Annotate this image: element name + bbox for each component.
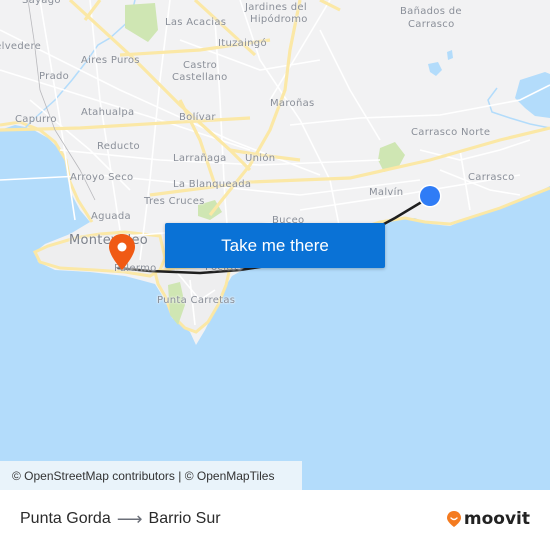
place-label: Tres Cruces <box>144 196 205 207</box>
current-location-dot-icon[interactable] <box>417 183 443 209</box>
arrow-right-icon: ⟶ <box>116 509 143 529</box>
place-label: Sayago <box>22 0 61 6</box>
place-label: Malvín <box>369 187 404 198</box>
place-label: Punta Carretas <box>157 295 236 306</box>
place-label: Belvedere <box>0 41 42 52</box>
place-label: Aires Puros <box>81 55 140 66</box>
place-label: Prado <box>39 71 70 82</box>
place-label: Capurro <box>15 114 57 125</box>
destination-name: Barrio Sur <box>148 510 221 527</box>
place-label: Reducto <box>97 141 140 152</box>
place-label: Ituzaingó <box>218 38 267 49</box>
place-label: Bolívar <box>179 112 216 123</box>
place-label: Carrasco Norte <box>411 127 491 138</box>
moovit-logo[interactable]: moovit <box>446 509 530 529</box>
place-label: Hipódromo <box>250 14 308 25</box>
place-label: Castro <box>183 60 218 71</box>
place-label: La Blanqueada <box>173 179 252 190</box>
place-label: Carrasco <box>468 172 515 183</box>
map-view[interactable]: Sayago Las Acacias Jardines del Hipódrom… <box>0 0 550 490</box>
place-label: Aguada <box>91 211 131 222</box>
take-me-there-button[interactable]: Take me there <box>165 223 385 268</box>
origin-name: Punta Gorda <box>20 510 111 527</box>
place-label: Larrañaga <box>173 153 227 164</box>
place-label: Arroyo Seco <box>70 172 134 183</box>
place-label: Maroñas <box>270 98 315 109</box>
place-label: Castellano <box>172 72 228 83</box>
footer: Punta Gorda ⟶ Barrio Sur moovit <box>0 490 550 550</box>
moovit-pin-icon <box>446 511 461 527</box>
place-label: Bañados de <box>400 6 462 17</box>
place-label: Atahualpa <box>81 107 135 118</box>
place-label: Jardines del <box>245 2 307 13</box>
route-title: Punta Gorda ⟶ Barrio Sur <box>20 510 221 528</box>
place-label: Carrasco <box>408 19 455 30</box>
map-pin-icon[interactable] <box>106 232 138 272</box>
place-label: Unión <box>245 153 276 164</box>
place-label: Las Acacias <box>165 17 227 28</box>
moovit-logo-text: moovit <box>463 509 530 529</box>
map-attribution[interactable]: © OpenStreetMap contributors | © OpenMap… <box>0 461 302 490</box>
